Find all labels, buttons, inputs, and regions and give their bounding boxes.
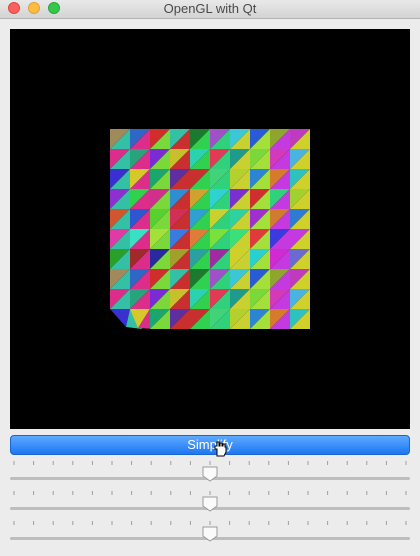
slider-3[interactable] (10, 520, 410, 546)
slider-thumb[interactable] (202, 526, 218, 542)
slider-1[interactable] (10, 460, 410, 486)
slider-2[interactable] (10, 490, 410, 516)
opengl-viewport[interactable] (10, 29, 410, 429)
mouse-cursor-icon (214, 441, 227, 457)
window-title: OpenGL with Qt (163, 1, 257, 16)
triangle-mesh (110, 129, 310, 329)
simplify-button[interactable]: Simplify (10, 435, 410, 455)
slider-thumb[interactable] (202, 466, 218, 482)
slider-thumb[interactable] (202, 496, 218, 512)
window-titlebar[interactable]: OpenGL with Qt (0, 0, 420, 19)
